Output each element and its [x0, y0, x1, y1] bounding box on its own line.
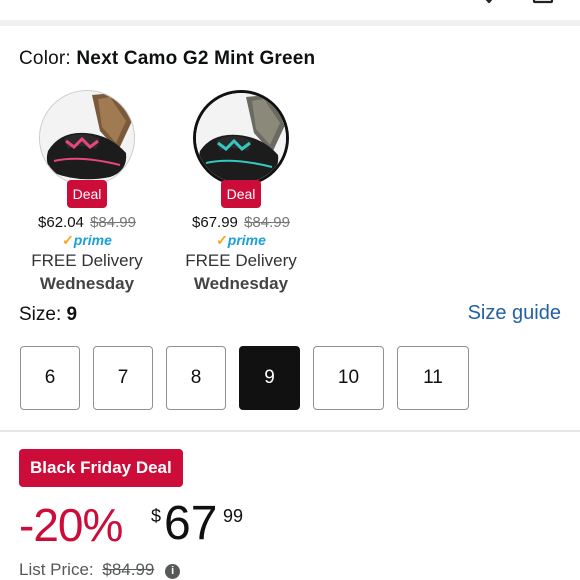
- prime-logo: ✓prime: [62, 232, 112, 248]
- prime-check-icon: ✓: [62, 232, 74, 248]
- prime-check-icon: ✓: [216, 232, 228, 248]
- product-thumbnail[interactable]: [39, 90, 135, 186]
- prime-logo: ✓prime: [216, 232, 266, 248]
- black-friday-deal-badge: Black Friday Deal: [19, 449, 183, 487]
- color-label: Color:: [19, 48, 71, 69]
- color-selection: Color: Next Camo G2 Mint Green: [19, 48, 315, 70]
- swatch-delivery: FREE Delivery: [31, 251, 143, 270]
- size-option-6[interactable]: 6: [20, 346, 80, 410]
- list-price: List Price: $84.99 i: [19, 560, 181, 580]
- color-swatch-option[interactable]: Deal $62.04 $84.99 ✓prime FREE Delivery …: [12, 90, 162, 294]
- price-whole: 67: [164, 497, 218, 550]
- size-option-11[interactable]: 11: [397, 346, 469, 410]
- swatch-delivery-day: Wednesday: [39, 274, 135, 293]
- swatch-price-current: $62.04: [38, 214, 84, 231]
- list-price-value: $84.99: [102, 560, 155, 579]
- price-fraction: 99: [223, 506, 244, 526]
- swatch-price-current: $67.99: [192, 214, 238, 231]
- swatch-price-old: $84.99: [244, 214, 290, 231]
- shoe-image: [40, 91, 134, 185]
- bag-icon[interactable]: [532, 0, 554, 8]
- swatch-price: $67.99 $84.99: [166, 214, 316, 231]
- section-divider: [0, 430, 580, 432]
- price-currency: $: [151, 506, 162, 526]
- size-option-9-selected[interactable]: 9: [239, 346, 300, 410]
- shoe-image: [196, 93, 286, 183]
- heart-icon[interactable]: [478, 0, 500, 8]
- deal-badge: Deal: [66, 180, 108, 208]
- swatch-delivery-day: Wednesday: [193, 274, 289, 293]
- deal-badge: Deal: [220, 180, 262, 208]
- swatch-price-old: $84.99: [90, 214, 136, 231]
- color-value: Next Camo G2 Mint Green: [76, 48, 316, 69]
- list-price-label: List Price:: [19, 560, 94, 579]
- size-option-7[interactable]: 7: [93, 346, 153, 410]
- color-swatch-option-selected[interactable]: Deal $67.99 $84.99 ✓prime FREE Delivery …: [166, 90, 316, 294]
- size-label: Size:: [19, 304, 62, 325]
- size-guide-link[interactable]: Size guide: [468, 302, 561, 325]
- size-value: 9: [66, 304, 78, 325]
- size-option-10[interactable]: 10: [313, 346, 384, 410]
- swatch-delivery: FREE Delivery: [185, 251, 297, 270]
- top-bar: [0, 0, 580, 26]
- product-thumbnail[interactable]: [193, 90, 289, 186]
- swatch-price: $62.04 $84.99: [12, 214, 162, 231]
- size-selection: Size: 9: [19, 304, 77, 326]
- discount-percent: -20%: [19, 499, 123, 551]
- size-option-8[interactable]: 8: [166, 346, 226, 410]
- info-icon[interactable]: i: [165, 564, 181, 579]
